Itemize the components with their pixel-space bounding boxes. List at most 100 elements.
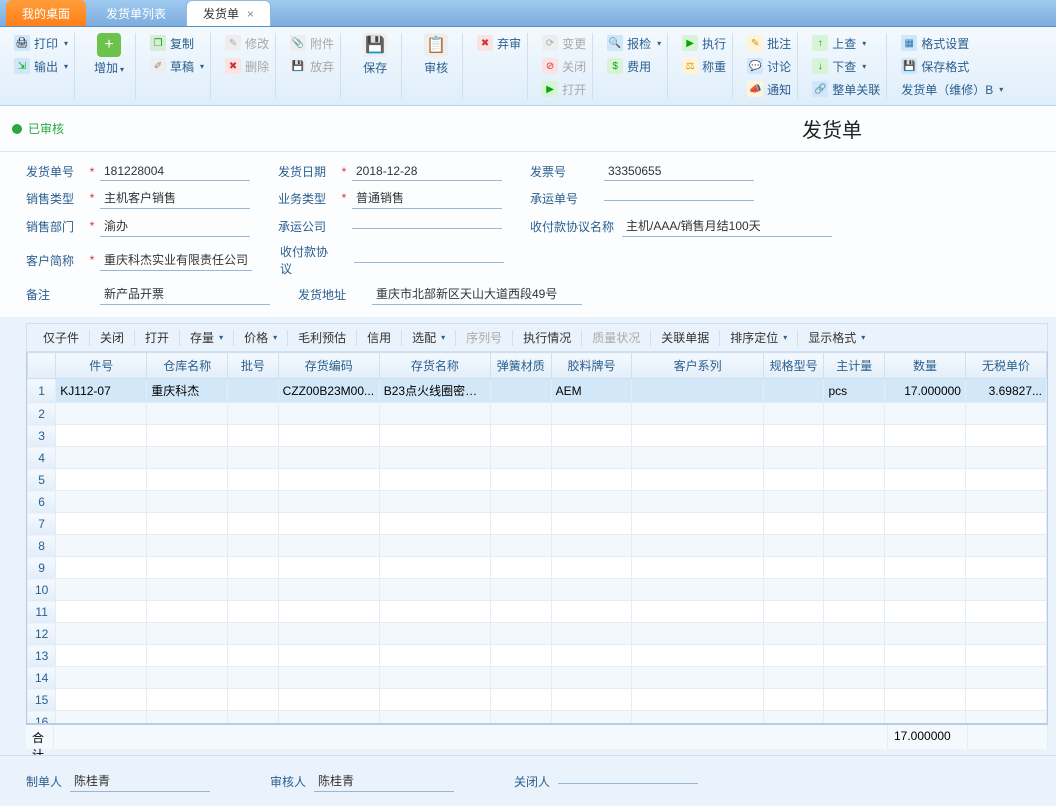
exec-button[interactable]: ▶执行 [682,33,726,53]
inspect-button[interactable]: 🔍报检▾ [607,33,661,53]
saletype-field[interactable]: 主机客户销售 [100,187,250,209]
export-button[interactable]: ⇲输出▾ [14,56,68,76]
tb-quality[interactable]: 质量状况 [582,327,650,348]
tab-desktop[interactable]: 我的桌面 [6,0,86,26]
col-custseries[interactable]: 客户系列 [632,353,763,379]
payname-field[interactable]: 主机/AAA/销售月结100天 [622,215,832,237]
fmtset-button[interactable]: ▦格式设置 [901,33,1003,53]
tb-display[interactable]: 显示格式▾ [798,327,875,348]
col-invname[interactable]: 存货名称 [379,353,490,379]
table-row[interactable]: 4 [28,447,1047,469]
tb-profit[interactable]: 毛利预估 [288,327,356,348]
table-row[interactable]: 11 [28,601,1047,623]
attach-button[interactable]: 📎附件 [290,33,334,53]
table-row[interactable]: 9 [28,557,1047,579]
draft-icon: ✐ [150,58,166,74]
reviewer-field[interactable]: 陈桂青 [314,770,454,792]
col-invcode[interactable]: 存货编码 [278,353,379,379]
link-button[interactable]: 🔗整单关联 [812,79,880,99]
shipdate-field[interactable]: 2018-12-28 [352,162,502,181]
fee-button[interactable]: $费用 [607,56,661,76]
saledept-field[interactable]: 渝办 [100,215,250,237]
copy-button[interactable]: ❐复制 [150,33,204,53]
tb-open[interactable]: 打开 [135,327,179,348]
table-row[interactable]: 16 [28,711,1047,725]
down-button[interactable]: ↓下查▾ [812,56,880,76]
biztype-field[interactable]: 普通销售 [352,187,502,209]
table-row[interactable]: 1KJ112-07重庆科杰CZZ00B23M00...B23点火线圈密封圈AEM… [28,379,1047,403]
weight-button[interactable]: ⚖称重 [682,56,726,76]
table-row[interactable]: 14 [28,667,1047,689]
change-button[interactable]: ⟳变更 [542,33,586,53]
grid-toolbar: 仅子件 关闭 打开 存量▾ 价格▾ 毛利预估 信用 选配▾ 序列号 执行情况 质… [26,323,1048,352]
col-warehouse[interactable]: 仓库名称 [147,353,228,379]
tab-shipment[interactable]: 发货单 × [186,0,271,26]
abandon-icon: ✖ [477,35,493,51]
remark-field[interactable]: 新产品开票 [100,283,270,305]
tb-seq[interactable]: 序列号 [456,327,512,348]
tb-instrument[interactable]: 仅子件 [33,327,89,348]
up-button[interactable]: ↑上查▾ [812,33,880,53]
col-rubber[interactable]: 胶料牌号 [551,353,632,379]
table-row[interactable]: 2 [28,403,1047,425]
customer-label: 客户简称 [26,252,84,269]
close-button[interactable]: ⊘关闭 [542,56,586,76]
data-grid[interactable]: 件号 仓库名称 批号 存货编码 存货名称 弹簧材质 胶料牌号 客户系列 规格型号… [27,352,1047,724]
shipno-field[interactable]: 181228004 [100,162,250,181]
edit-icon: ✎ [225,35,241,51]
notice-button[interactable]: 📣通知 [747,79,791,99]
invoice-field[interactable]: 33350655 [604,162,754,181]
table-row[interactable]: 3 [28,425,1047,447]
col-partno[interactable]: 件号 [56,353,147,379]
tb-sort[interactable]: 排序定位▾ [720,327,797,348]
abandon-button[interactable]: ✖弃审 [477,33,521,53]
shipaddr-label: 发货地址 [298,286,356,303]
table-row[interactable]: 10 [28,579,1047,601]
tab-bar: 我的桌面 发货单列表 发货单 × [0,0,1056,27]
open-button[interactable]: ▶打开 [542,79,586,99]
draft-button[interactable]: ✐草稿▾ [150,56,204,76]
discuss-button[interactable]: 💬讨论 [747,56,791,76]
maker-field[interactable]: 陈桂青 [70,770,210,792]
discuss-icon: 💬 [747,58,763,74]
add-button[interactable]: +增加▾ [89,33,129,76]
customer-field[interactable]: 重庆科杰实业有限责任公司 [100,249,252,271]
table-row[interactable]: 12 [28,623,1047,645]
payagree-field[interactable] [354,258,504,263]
carrier-field[interactable] [352,224,502,229]
tb-price[interactable]: 价格▾ [234,327,287,348]
tab-list[interactable]: 发货单列表 [90,0,182,26]
fmtsave-button[interactable]: 💾保存格式 [901,56,1003,76]
table-row[interactable]: 6 [28,491,1047,513]
table-row[interactable]: 8 [28,535,1047,557]
shiprepair-button[interactable]: 发货单（维修）B▾ [901,79,1003,99]
approve-button[interactable]: ✎批注 [747,33,791,53]
release-button[interactable]: 💾放弃 [290,56,334,76]
tb-match[interactable]: 选配▾ [402,327,455,348]
col-price[interactable]: 无税单价 [965,353,1046,379]
review-button[interactable]: 📋审核 [416,33,456,76]
carrierno-field[interactable] [604,196,754,201]
delete-button[interactable]: ✖删除 [225,56,269,76]
col-uom[interactable]: 主计量 [824,353,885,379]
payagree-label: 收付款协议 [280,243,338,277]
tb-close[interactable]: 关闭 [90,327,134,348]
tb-credit[interactable]: 信用 [357,327,401,348]
col-spec[interactable]: 规格型号 [763,353,824,379]
tb-exec[interactable]: 执行情况 [513,327,581,348]
close-icon[interactable]: × [247,7,254,21]
col-lot[interactable]: 批号 [228,353,279,379]
table-row[interactable]: 15 [28,689,1047,711]
table-row[interactable]: 5 [28,469,1047,491]
print-button[interactable]: 🖨打印▾ [14,33,68,53]
col-qty[interactable]: 数量 [885,353,966,379]
tb-related[interactable]: 关联单据 [651,327,719,348]
edit-button[interactable]: ✎修改 [225,33,269,53]
save-button[interactable]: 💾保存 [355,33,395,76]
table-row[interactable]: 13 [28,645,1047,667]
shipaddr-field[interactable]: 重庆市北部新区天山大道西段49号 [372,283,582,305]
table-row[interactable]: 7 [28,513,1047,535]
col-spring[interactable]: 弹簧材质 [490,353,551,379]
tb-stock[interactable]: 存量▾ [180,327,233,348]
closer-field[interactable] [558,779,698,784]
